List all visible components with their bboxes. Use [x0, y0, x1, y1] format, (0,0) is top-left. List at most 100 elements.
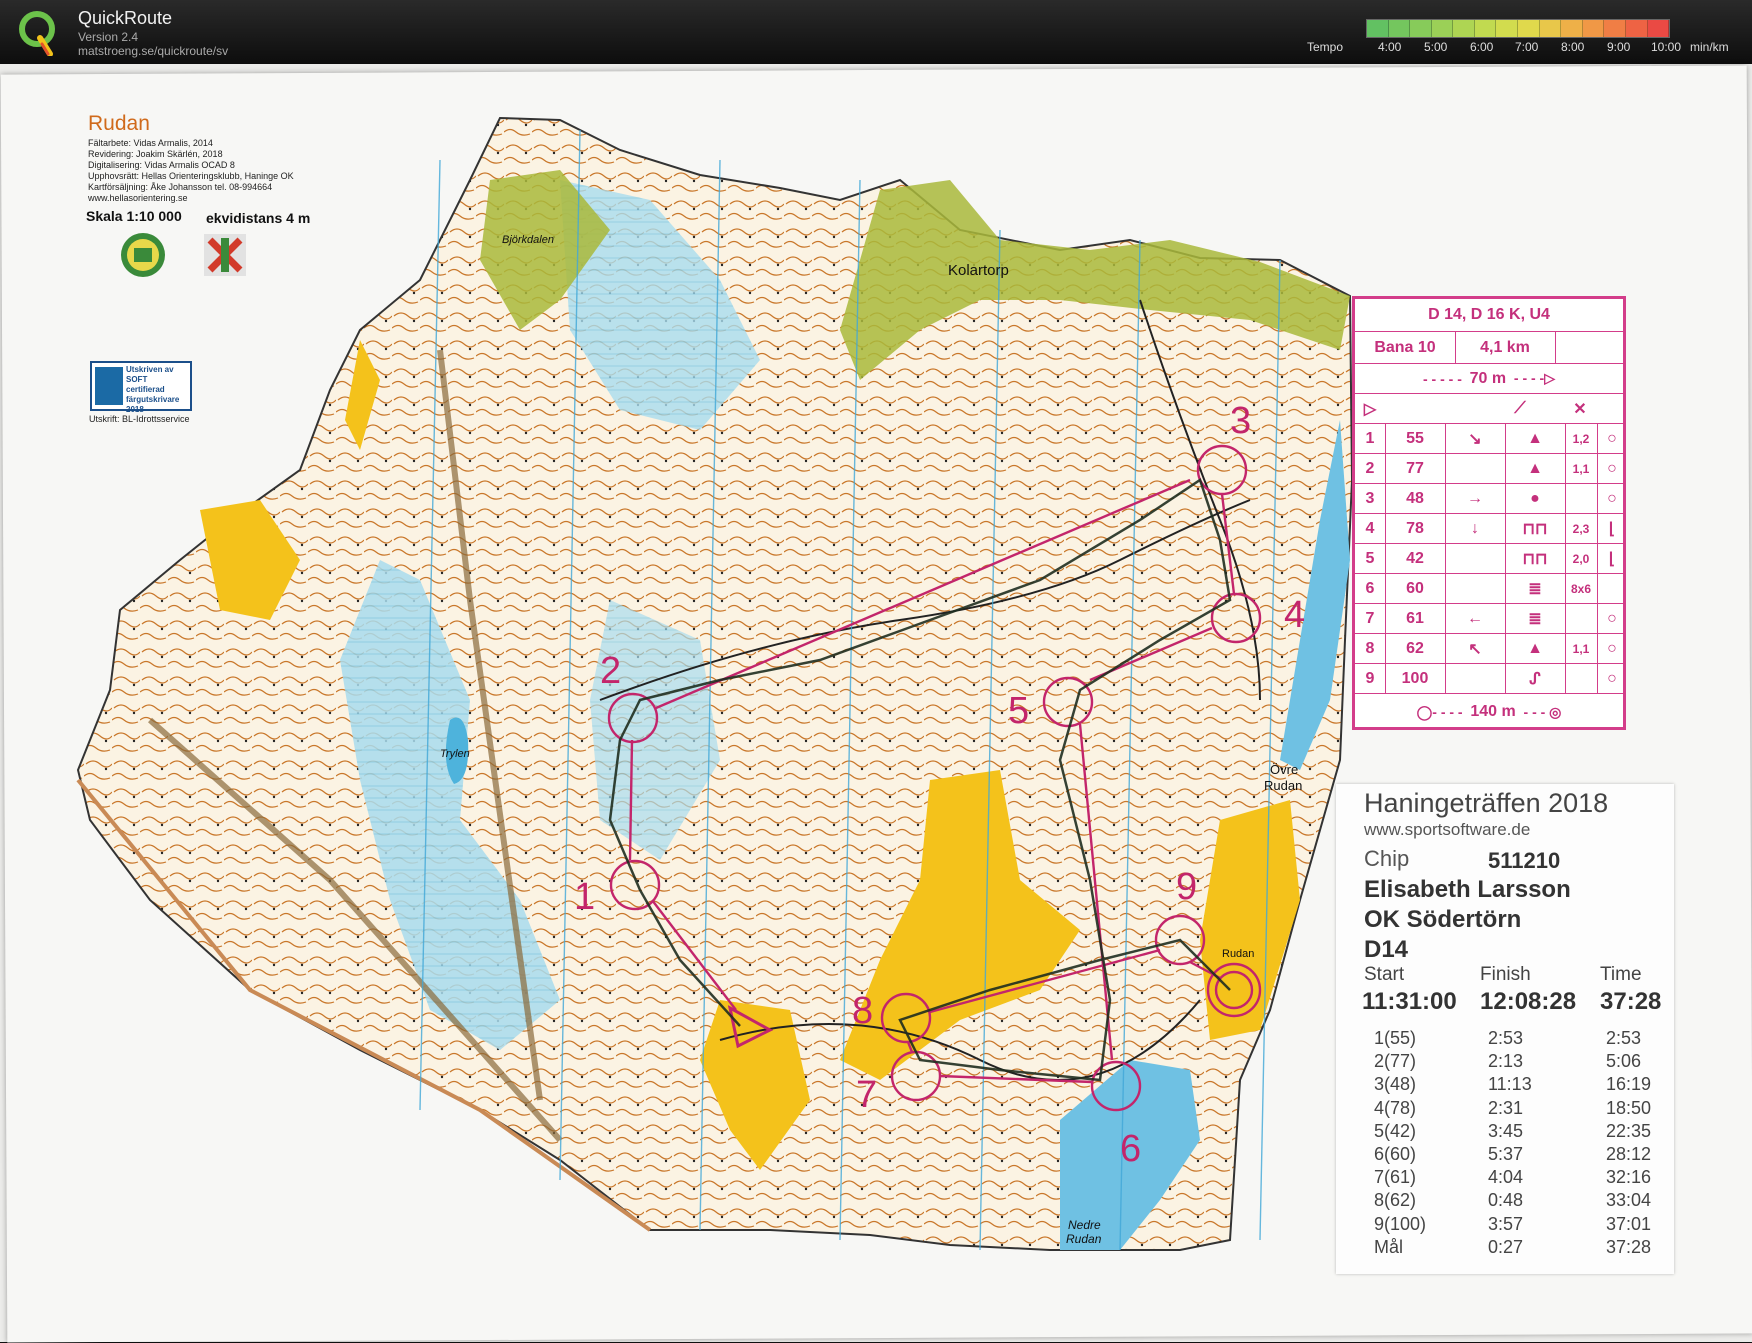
split-cumulative: 18:50 [1606, 1097, 1652, 1118]
credit-line: Revidering: Joakim Skärlén, 2018 [88, 149, 223, 159]
cd-direction [1445, 454, 1505, 483]
soft-text: Utskriven av [126, 365, 174, 374]
cd-control-row: 5 42 ⊓⊓ 2,0 ⌊ [1355, 543, 1623, 573]
cd-location: ○ [1607, 639, 1617, 657]
tempo-tick: 8:00 [1561, 40, 1585, 54]
tempo-color-swatch [1625, 20, 1648, 37]
cd-control-row: 1 55 ↘ ▲ 1,2 ○ [1355, 423, 1623, 453]
split-time: 2:13 [1488, 1051, 1524, 1072]
cd-dimension: 1,1 [1572, 461, 1590, 476]
credit-line: Digitalisering: Vidas Armalis OCAD 8 [88, 160, 235, 170]
map-scale: Skala 1:10 000 [86, 208, 182, 224]
cd-start-distance: - - - - - 70 m - - - -▷ [1423, 369, 1555, 387]
cd-dimension: 2,3 [1572, 521, 1590, 536]
soft-logo-icon [95, 367, 123, 405]
cd-direction [1445, 574, 1505, 603]
split-control: 6(60) [1374, 1144, 1417, 1164]
tempo-color-swatch [1431, 20, 1454, 37]
tempo-color-swatch [1367, 20, 1389, 37]
control-number: 9 [1176, 866, 1198, 908]
cd-start-row: - - - - - 70 m - - - -▷ [1355, 363, 1623, 393]
cd-control-number: 5 [1365, 549, 1375, 567]
cd-control-code: 62 [1406, 639, 1424, 657]
split-time: 3:57 [1488, 1213, 1524, 1234]
control-number: 4 [1284, 594, 1306, 636]
time-label: Time [1600, 964, 1642, 985]
soft-text: SOFT certifierad [126, 375, 165, 394]
start-triangle-icon: ▷ [1363, 400, 1377, 418]
tempo-color-swatch [1453, 20, 1475, 37]
cd-header-row: ▷ ⟋ ✕ [1355, 393, 1623, 423]
split-time: 0:48 [1488, 1190, 1524, 1211]
place-name: Rudan [1066, 1232, 1102, 1246]
cd-course-row: Bana 10 4,1 km [1355, 331, 1623, 363]
tempo-tick: 7:00 [1515, 40, 1539, 54]
split-cumulative: 37:01 [1606, 1213, 1652, 1234]
tempo-tick: 10:00 [1651, 40, 1682, 54]
start-label: Start [1364, 964, 1405, 985]
app-url[interactable]: matstroeng.se/quickroute/sv [78, 44, 228, 58]
place-name: Rudan [1222, 948, 1255, 960]
split-control: Mål [1374, 1236, 1404, 1257]
map-credits: Fältarbete: Vidas Armalis, 2014 Revideri… [88, 138, 294, 204]
map-name: Rudan [88, 112, 150, 135]
split-cumulative: 22:35 [1606, 1120, 1652, 1141]
cd-dimension: 1,2 [1572, 431, 1590, 446]
cd-direction: ↘ [1468, 430, 1482, 448]
cd-feature: ● [1530, 489, 1540, 507]
cd-control-row: 4 78 ↓ ⊓⊓ 2,3 ⌊ [1355, 513, 1623, 543]
cd-direction [1445, 664, 1505, 693]
cd-control-code: 78 [1406, 519, 1424, 537]
cd-control-row: 7 61 ← ≣ ○ [1355, 603, 1623, 633]
runner-club: OK Södertörn [1364, 906, 1522, 933]
cd-course: Bana 10 [1374, 338, 1436, 356]
credit-line: Upphovsrätt: Hellas Orienteringsklubb, H… [88, 171, 294, 181]
cd-direction: → [1467, 489, 1483, 507]
tempo-color-swatch [1474, 20, 1497, 37]
cd-control-row: 3 48 → ● ○ [1355, 483, 1623, 513]
app-toolbar: QuickRoute Version 2.4 matstroeng.se/qui… [0, 0, 1752, 64]
credit-line: Kartförsäljning: Åke Johansson tel. 08-9… [88, 182, 273, 192]
cd-location [1597, 574, 1627, 603]
cd-control-number: 4 [1365, 519, 1375, 537]
cd-control-number: 7 [1365, 609, 1375, 627]
split-time: 11:13 [1488, 1074, 1532, 1095]
control-number: 1 [574, 876, 596, 918]
cd-finish-distance: ◯- - - - 140 m - - - ◎ [1416, 703, 1562, 720]
cd-dimension: 1,1 [1572, 641, 1590, 656]
cd-location: ⌊ [1608, 550, 1616, 568]
tempo-color-swatch [1604, 20, 1626, 37]
tempo-unit: min/km [1690, 40, 1729, 54]
hellas-club-logo-icon [121, 233, 165, 277]
ticket-title: Haningeträffen 2018 [1364, 788, 1609, 818]
cd-feature: ⊓⊓ [1522, 550, 1548, 568]
split-control: 4(78) [1374, 1097, 1417, 1118]
control-number: 3 [1230, 400, 1252, 442]
tempo-color-swatch [1496, 20, 1519, 37]
ticket-chip-label: Chip [1364, 846, 1410, 871]
tempo-color-swatch [1410, 20, 1432, 37]
split-control: 9(100) [1374, 1213, 1427, 1234]
control-number: 2 [600, 650, 622, 692]
control-description-sheet: D 14, D 16 K, U4 Bana 10 4,1 km - - - - … [1352, 296, 1626, 730]
cd-location: ○ [1607, 459, 1617, 477]
tempo-tick: 4:00 [1378, 40, 1402, 54]
cd-length: 4,1 km [1480, 338, 1530, 356]
cd-feature: ▲ [1527, 459, 1543, 477]
cd-dimension [1565, 604, 1597, 633]
cd-control-row: 9 100 ᔑ ○ [1355, 663, 1623, 693]
credit-line: Fältarbete: Vidas Armalis, 2014 [88, 138, 213, 148]
cd-finish-row: ◯- - - - 140 m - - - ◎ [1355, 693, 1623, 730]
split-cumulative: 33:04 [1606, 1190, 1652, 1211]
place-name: Björkdalen [502, 234, 554, 246]
cd-location: ○ [1607, 489, 1617, 507]
cd-dimension [1565, 484, 1597, 513]
cd-dimension [1565, 664, 1597, 693]
start-time: 11:31:00 [1362, 988, 1457, 1015]
cd-feature: ≣ [1528, 580, 1542, 598]
cd-direction: ← [1467, 609, 1483, 627]
app-version: Version 2.4 [78, 30, 139, 44]
control-number: 5 [1008, 690, 1030, 732]
finish-label: Finish [1480, 964, 1531, 985]
cd-feature: ▲ [1527, 639, 1543, 657]
